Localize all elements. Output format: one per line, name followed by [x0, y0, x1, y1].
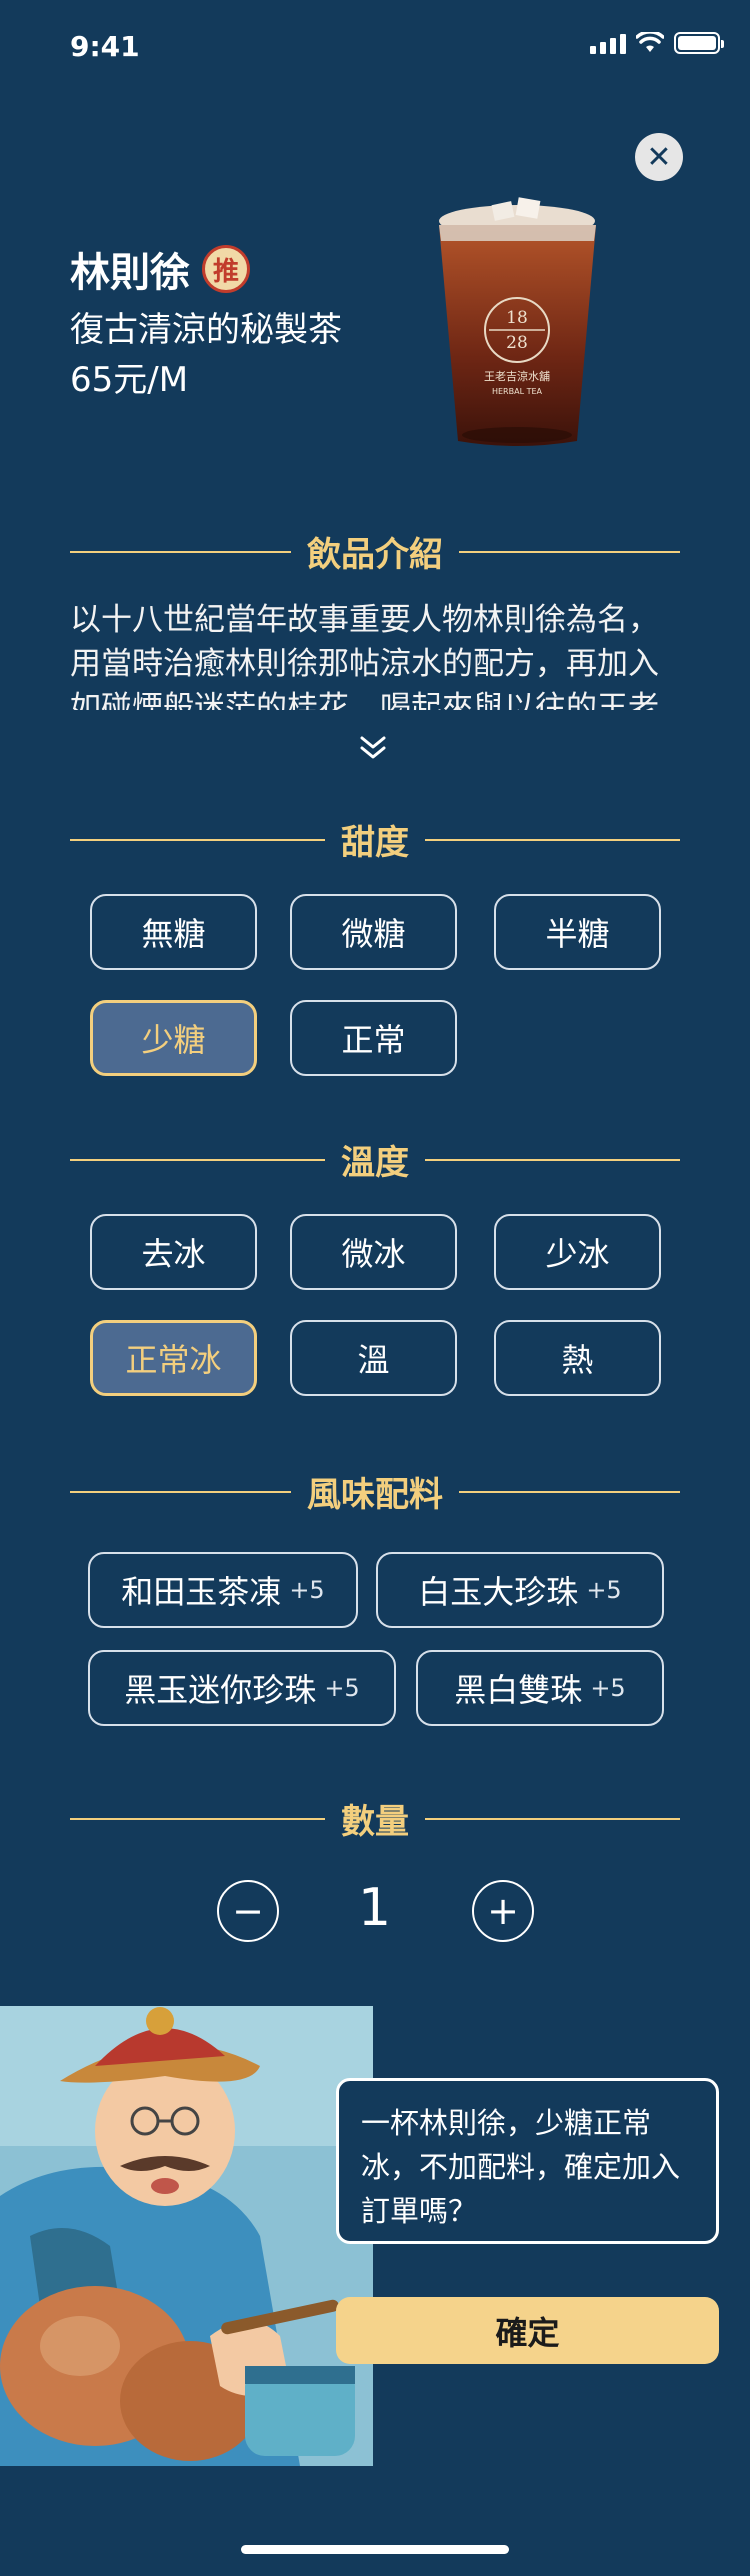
cup-label-top: 18	[506, 308, 528, 328]
topping-price: +5	[289, 1576, 325, 1604]
close-icon: ✕	[646, 139, 672, 175]
status-time: 9:41	[70, 30, 140, 63]
topping-option-white-pearl[interactable]: 白玉大珍珠 +5	[376, 1552, 664, 1628]
topping-price: +5	[590, 1674, 626, 1702]
topping-label: 黑玉迷你珍珠	[124, 1671, 317, 1709]
quantity-increase-button[interactable]: +	[472, 1880, 534, 1942]
topping-label: 和田玉茶凍	[121, 1573, 282, 1611]
topping-option-jade-jelly[interactable]: 和田玉茶凍 +5	[88, 1552, 358, 1628]
home-indicator	[241, 2545, 509, 2554]
quantity-section-title: 數量	[70, 1794, 680, 1843]
topping-option-mini-black-pearl[interactable]: 黑玉迷你珍珠 +5	[88, 1650, 396, 1726]
minus-icon: −	[232, 1889, 264, 1933]
plus-icon: +	[487, 1889, 519, 1933]
cup-label-bottom: 28	[506, 333, 528, 353]
temperature-option-hot[interactable]: 熱	[494, 1320, 661, 1396]
sweetness-option-none[interactable]: 無糖	[90, 894, 257, 970]
temperature-option-light-ice[interactable]: 微冰	[290, 1214, 457, 1290]
temperature-option-less-ice[interactable]: 少冰	[494, 1214, 661, 1290]
intro-section-title: 飲品介紹	[70, 527, 680, 576]
quantity-title: 數量	[341, 1802, 409, 1842]
topping-label: 白玉大珍珠	[418, 1573, 579, 1611]
product-name-row: 林則徐 推	[70, 240, 250, 298]
sweetness-option-half[interactable]: 半糖	[494, 894, 661, 970]
confirm-message-bubble: 一杯林則徐，少糖正常冰，不加配料，確定加入訂單嗎？	[336, 2078, 719, 2244]
cellular-signal-icon	[590, 32, 626, 54]
close-button[interactable]: ✕	[635, 133, 683, 181]
temperature-title: 溫度	[341, 1143, 409, 1183]
sweetness-option-slight[interactable]: 微糖	[290, 894, 457, 970]
status-icons	[590, 32, 724, 54]
topping-price: +5	[586, 1576, 622, 1604]
product-cup-image: 18 28 王老吉涼水舖 HERBAL TEA	[425, 195, 610, 455]
temperature-section-title: 溫度	[70, 1135, 680, 1184]
chevron-double-down-icon[interactable]	[358, 734, 388, 769]
wifi-icon	[636, 32, 664, 52]
sweetness-title: 甜度	[341, 823, 409, 863]
quantity-value: 1	[358, 1878, 392, 1938]
battery-icon	[674, 32, 724, 54]
cup-brand-en: HERBAL TEA	[492, 387, 543, 396]
toppings-section-title: 風味配料	[70, 1467, 680, 1516]
toppings-title: 風味配料	[307, 1475, 443, 1515]
product-subtitle: 復古清涼的秘製茶	[70, 310, 342, 350]
confirm-button[interactable]: 確定	[336, 2297, 719, 2364]
temperature-option-warm[interactable]: 溫	[290, 1320, 457, 1396]
cup-brand: 王老吉涼水舖	[484, 369, 550, 383]
temperature-option-no-ice[interactable]: 去冰	[90, 1214, 257, 1290]
recommend-badge: 推	[202, 245, 250, 293]
product-name: 林則徐	[70, 250, 190, 296]
sweetness-option-less[interactable]: 少糖	[90, 1000, 257, 1076]
product-price: 65元/M	[70, 360, 189, 400]
sweetness-option-normal[interactable]: 正常	[290, 1000, 457, 1076]
mascot-illustration	[0, 2006, 373, 2466]
quantity-decrease-button[interactable]: −	[217, 1880, 279, 1942]
topping-price: +5	[324, 1674, 360, 1702]
topping-option-black-white-pearl[interactable]: 黑白雙珠 +5	[416, 1650, 664, 1726]
intro-text: 以十八世紀當年故事重要人物林則徐為名，用當時治癒林則徐那帖涼水的配方，再加入如碰…	[70, 602, 659, 710]
topping-label: 黑白雙珠	[454, 1671, 583, 1709]
sweetness-section-title: 甜度	[70, 815, 680, 864]
temperature-option-normal-ice[interactable]: 正常冰	[90, 1320, 257, 1396]
intro-title: 飲品介紹	[307, 535, 443, 575]
